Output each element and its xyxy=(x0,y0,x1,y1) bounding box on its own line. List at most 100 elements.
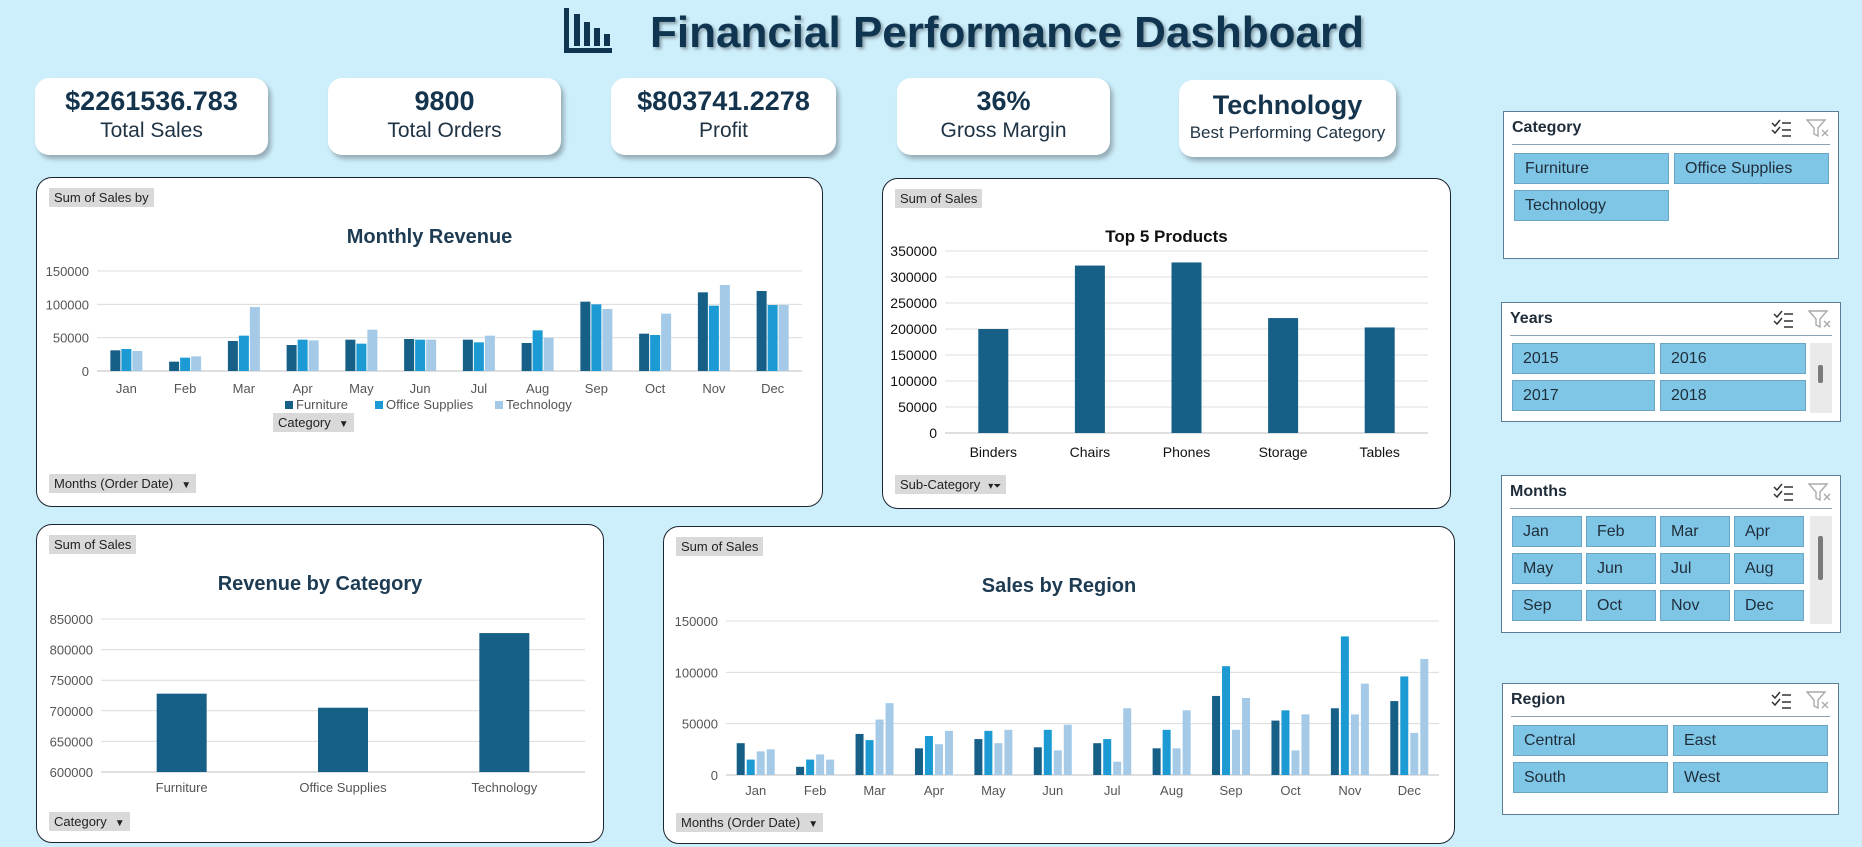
bar xyxy=(156,693,207,772)
bar xyxy=(1301,714,1310,775)
bar xyxy=(796,766,805,775)
slicer-scrollbar-thumb[interactable] xyxy=(1818,536,1823,580)
monthly-revenue-chart: 0 50000 100000 150000 Jan Feb Mar Apr May Jun Jul A… xyxy=(46,264,802,412)
kpi-value: $803741.2278 xyxy=(637,86,810,116)
x-tick-label: Nov xyxy=(1338,783,1362,798)
kpi-value: 36% xyxy=(976,86,1031,116)
bar xyxy=(934,744,943,775)
bar xyxy=(639,333,650,371)
bar xyxy=(1360,683,1369,775)
bar xyxy=(826,759,835,775)
y-tick-label: 150000 xyxy=(46,264,89,279)
x-tick-label: Oct xyxy=(645,381,666,396)
bar xyxy=(697,292,708,371)
legend-label: Office Supplies xyxy=(386,397,474,412)
bar xyxy=(1171,262,1202,433)
bar xyxy=(1232,729,1241,775)
legend-label: Technology xyxy=(506,397,572,412)
bar xyxy=(1350,714,1359,775)
slicer-item[interactable]: 2017 xyxy=(1512,380,1655,411)
slicer-item[interactable]: East xyxy=(1673,725,1828,756)
top-products-chart: 0 50000 100000 150000 200000 250000 300000 3500… xyxy=(890,243,1428,460)
slicer-item[interactable]: Furniture xyxy=(1514,153,1669,184)
x-tick-label: Oct xyxy=(1280,783,1301,798)
multi-select-icon[interactable] xyxy=(1772,309,1794,329)
x-tick-label: May xyxy=(349,381,374,396)
x-tick-label: Jan xyxy=(745,783,766,798)
slicer-item[interactable]: Jan xyxy=(1512,516,1582,547)
slicer-scrollbar-thumb[interactable] xyxy=(1818,365,1823,383)
legend-label: Furniture xyxy=(296,397,348,412)
x-tick-label: Binders xyxy=(970,444,1017,460)
monthly-revenue-panel: Sum of Sales by Monthly Revenue 0 50000 10… xyxy=(36,177,823,507)
slicer-item[interactable]: Oct xyxy=(1586,590,1656,621)
x-tick-label: Phones xyxy=(1163,444,1210,460)
clear-filter-icon[interactable] xyxy=(1808,482,1832,502)
bar xyxy=(180,357,191,371)
bar xyxy=(110,350,121,371)
slicer-item[interactable]: Aug xyxy=(1734,553,1804,584)
bar xyxy=(978,329,1009,433)
kpi-label: Total Sales xyxy=(100,119,203,142)
category-slicer: Category Furniture Office Supplies Techn… xyxy=(1503,111,1839,259)
clear-filter-icon[interactable] xyxy=(1806,690,1830,710)
slicer-item[interactable]: Office Supplies xyxy=(1674,153,1829,184)
filter-icon: ▾⏷ xyxy=(988,481,1002,492)
slicer-title: Category xyxy=(1512,119,1582,136)
bar xyxy=(543,337,554,371)
bar xyxy=(756,751,765,775)
x-tick-label: Aug xyxy=(1160,783,1183,798)
multi-select-icon[interactable] xyxy=(1770,118,1792,138)
slicer-item[interactable]: Dec xyxy=(1734,590,1804,621)
bar xyxy=(249,307,260,371)
bar xyxy=(1390,701,1399,775)
bar xyxy=(1268,318,1299,433)
slicer-item[interactable]: Apr xyxy=(1734,516,1804,547)
y-tick-label: 50000 xyxy=(898,399,937,415)
slicer-item[interactable]: Jul xyxy=(1660,553,1730,584)
bar xyxy=(415,339,426,371)
clear-filter-icon[interactable] xyxy=(1808,309,1832,329)
category-filter-button[interactable]: Category ▼ xyxy=(273,413,354,432)
x-tick-label: Feb xyxy=(804,783,826,798)
slicer-item[interactable]: Sep xyxy=(1512,590,1582,621)
y-tick-label: 200000 xyxy=(890,321,937,337)
slicer-item[interactable]: West xyxy=(1673,762,1828,793)
slicer-divider xyxy=(1512,144,1830,145)
months-axis-filter-button[interactable]: Months (Order Date) ▼ xyxy=(676,813,824,832)
kpi-label: Gross Margin xyxy=(940,119,1067,142)
slicer-item[interactable]: Mar xyxy=(1660,516,1730,547)
slicer-item[interactable]: Jun xyxy=(1586,553,1656,584)
multi-select-icon[interactable] xyxy=(1770,690,1792,710)
kpi-total-sales: $2261536.783 Total Sales xyxy=(35,78,268,155)
slicer-item[interactable]: South xyxy=(1513,762,1668,793)
sales-by-region-chart: 0 50000 100000 150000 Jan Feb Mar Apr May Jun Jul A… xyxy=(675,614,1439,798)
slicer-item[interactable]: 2018 xyxy=(1660,380,1806,411)
kpi-best-category: Technology Best Performing Category xyxy=(1179,80,1396,157)
bar xyxy=(345,339,356,371)
slicer-item[interactable]: 2016 xyxy=(1660,343,1806,374)
sub-category-filter-button[interactable]: Sub-Category ▾⏷ xyxy=(895,475,1007,494)
y-tick-label: 100000 xyxy=(890,373,937,389)
category-axis-filter-button[interactable]: Category ▼ xyxy=(49,812,130,831)
bar xyxy=(1222,666,1231,775)
bar-chart-icon xyxy=(564,8,612,53)
multi-select-icon[interactable] xyxy=(1772,482,1794,502)
y-tick-label: 250000 xyxy=(890,295,937,311)
slicer-item[interactable]: 2015 xyxy=(1512,343,1655,374)
slicer-item[interactable]: Central xyxy=(1513,725,1668,756)
bar xyxy=(308,340,319,371)
slicer-item[interactable]: Nov xyxy=(1660,590,1730,621)
y-tick-label: 600000 xyxy=(50,765,93,780)
slicer-item[interactable]: Technology xyxy=(1514,190,1669,221)
bar xyxy=(974,739,983,775)
months-axis-filter-button[interactable]: Months (Order Date) ▼ xyxy=(49,474,197,493)
slicer-item[interactable]: Feb xyxy=(1586,516,1656,547)
slicer-item[interactable]: May xyxy=(1512,553,1582,584)
bar xyxy=(227,341,238,371)
y-tick-label: 50000 xyxy=(682,717,718,732)
bar xyxy=(521,343,532,371)
bar xyxy=(580,301,591,371)
bar xyxy=(816,754,825,775)
clear-filter-icon[interactable] xyxy=(1806,118,1830,138)
